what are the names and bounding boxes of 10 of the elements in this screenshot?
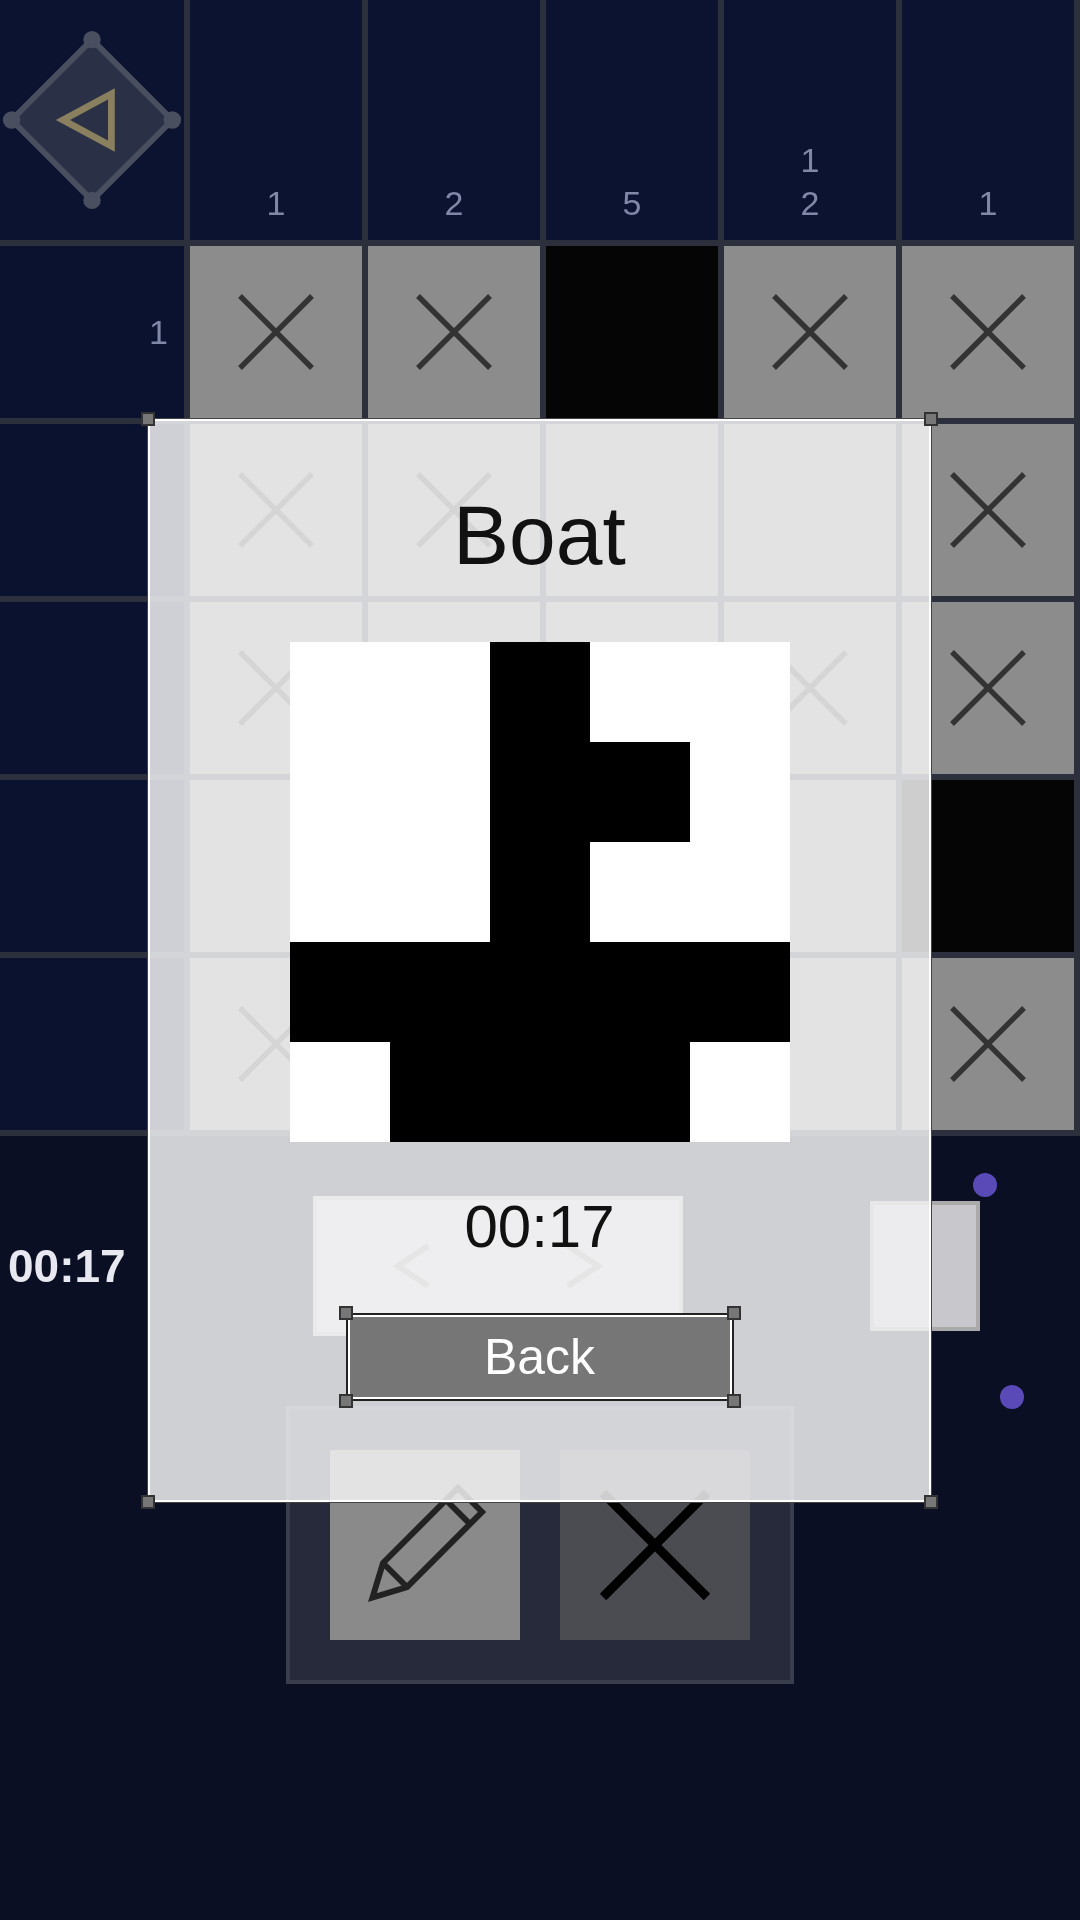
column-clue: 1 [266,182,286,224]
column-clue: 5 [622,182,642,224]
back-button[interactable]: Back [347,1315,732,1399]
completion-time: 00:17 [464,1197,615,1257]
column-clue: 2 [444,182,464,224]
column-clue: 1 2 [800,140,820,224]
timer-text: 00:17 [8,1238,126,1294]
dialog-title: Boat [453,493,626,577]
row-clue: 1 [149,311,168,353]
column-clue: 1 [978,182,998,224]
